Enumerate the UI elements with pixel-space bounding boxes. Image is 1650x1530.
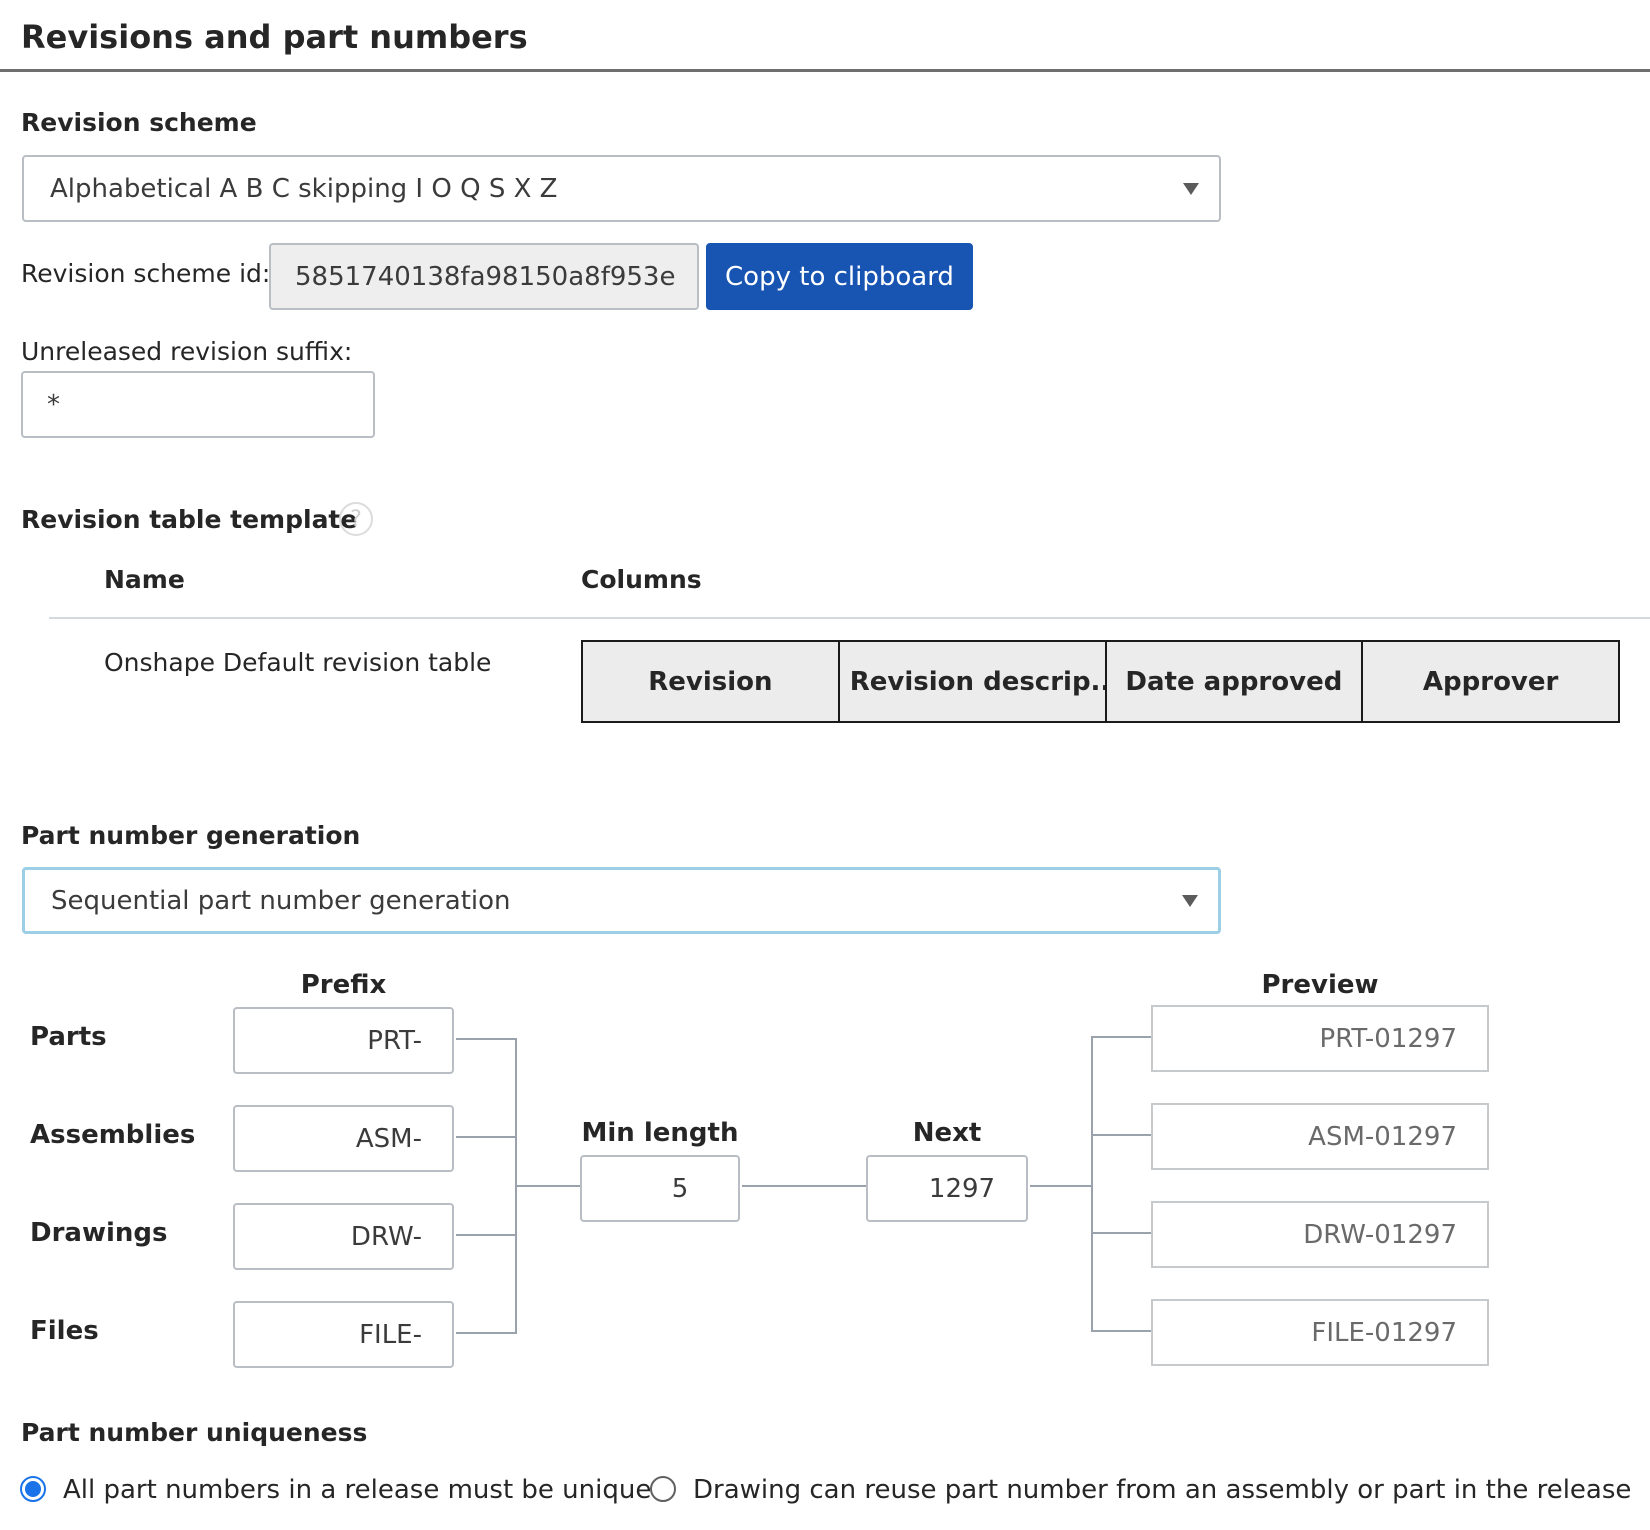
table-header-name: Name — [104, 565, 185, 594]
part-number-generation-label: Part number generation — [21, 821, 361, 850]
unreleased-suffix-label: Unreleased revision suffix: — [21, 337, 353, 366]
copy-to-clipboard-button[interactable]: Copy to clipboard — [706, 243, 973, 310]
uniqueness-option-drawing-reuse-label[interactable]: Drawing can reuse part number from an as… — [693, 1475, 1631, 1505]
connector-line — [456, 1136, 516, 1138]
preview-parts: PRT-01297 — [1151, 1005, 1489, 1072]
connector-line — [515, 1185, 580, 1187]
connector-line — [742, 1185, 866, 1187]
template-column-revision-description: Revision descrip... — [839, 642, 1107, 721]
chevron-down-icon — [1182, 894, 1198, 907]
connector-line — [456, 1234, 516, 1236]
preview-value-files: FILE-01297 — [1311, 1317, 1457, 1348]
preview-value-drawings: DRW-01297 — [1303, 1219, 1457, 1250]
part-number-uniqueness-label: Part number uniqueness — [21, 1418, 368, 1447]
next-number-value: 1297 — [928, 1173, 996, 1204]
connector-line — [456, 1332, 516, 1334]
revision-scheme-select[interactable]: Alphabetical A B C skipping I O Q S X Z — [22, 155, 1221, 222]
prefix-input-files[interactable]: FILE- — [233, 1301, 454, 1368]
uniqueness-radio-drawing-reuse[interactable] — [650, 1476, 676, 1502]
revision-scheme-selected-value: Alphabetical A B C skipping I O Q S X Z — [50, 173, 558, 204]
preview-value-assemblies: ASM-01297 — [1308, 1121, 1457, 1152]
revision-scheme-label: Revision scheme — [21, 108, 257, 137]
prefix-value-drawings: DRW- — [350, 1221, 422, 1252]
uniqueness-option-all-unique-label[interactable]: All part numbers in a release must be un… — [63, 1475, 651, 1505]
revision-table-template-label: Revision table template — [21, 505, 358, 534]
preview-header: Preview — [1261, 970, 1379, 1000]
prefix-value-assemblies: ASM- — [355, 1123, 422, 1154]
preview-value-parts: PRT-01297 — [1319, 1023, 1457, 1054]
min-length-input[interactable]: 5 — [580, 1155, 740, 1222]
template-column-approver: Approver — [1363, 642, 1618, 721]
preview-assemblies: ASM-01297 — [1151, 1103, 1489, 1170]
template-column-revision: Revision — [583, 642, 840, 721]
connector-line — [1091, 1036, 1151, 1038]
row-label-assemblies: Assemblies — [30, 1120, 196, 1150]
chevron-down-icon — [1183, 182, 1199, 195]
prefix-value-parts: PRT- — [367, 1025, 422, 1056]
connector-line — [1091, 1134, 1151, 1136]
connector-line — [1091, 1036, 1093, 1332]
connector-line — [456, 1038, 516, 1040]
table-header-columns: Columns — [581, 565, 702, 594]
page-title: Revisions and part numbers — [21, 18, 528, 56]
revision-scheme-id-field[interactable]: 5851740138fa98150a8f953e — [269, 243, 699, 310]
row-label-parts: Parts — [30, 1022, 107, 1052]
revision-scheme-id-value: 5851740138fa98150a8f953e — [295, 261, 676, 292]
row-label-files: Files — [30, 1316, 99, 1346]
part-number-generation-selected-value: Sequential part number generation — [51, 885, 511, 916]
unreleased-suffix-value: * — [47, 389, 60, 420]
prefix-value-files: FILE- — [359, 1319, 422, 1350]
connector-line — [1091, 1330, 1151, 1332]
row-label-drawings: Drawings — [30, 1218, 168, 1248]
prefix-input-parts[interactable]: PRT- — [233, 1007, 454, 1074]
connector-line — [1030, 1185, 1092, 1187]
table-header-divider — [49, 617, 1650, 619]
preview-drawings: DRW-01297 — [1151, 1201, 1489, 1268]
revision-scheme-id-label: Revision scheme id: — [21, 259, 271, 288]
part-number-generation-select[interactable]: Sequential part number generation — [22, 867, 1221, 934]
preview-files: FILE-01297 — [1151, 1299, 1489, 1366]
next-number-input[interactable]: 1297 — [866, 1155, 1028, 1222]
template-column-date-approved: Date approved — [1106, 642, 1364, 721]
template-columns: Revision Revision descrip... Date approv… — [581, 640, 1620, 723]
template-row-name[interactable]: Onshape Default revision table — [104, 648, 491, 677]
unreleased-suffix-input[interactable]: * — [21, 371, 375, 438]
next-label: Next — [912, 1118, 982, 1148]
question-circle-icon[interactable]: ? — [339, 502, 373, 536]
uniqueness-radio-all-unique[interactable] — [20, 1476, 46, 1502]
prefix-header: Prefix — [300, 970, 387, 1000]
prefix-input-assemblies[interactable]: ASM- — [233, 1105, 454, 1172]
title-divider — [0, 69, 1650, 72]
min-length-label: Min length — [581, 1118, 739, 1148]
connector-line — [1091, 1232, 1151, 1234]
min-length-value: 5 — [671, 1173, 689, 1204]
prefix-input-drawings[interactable]: DRW- — [233, 1203, 454, 1270]
